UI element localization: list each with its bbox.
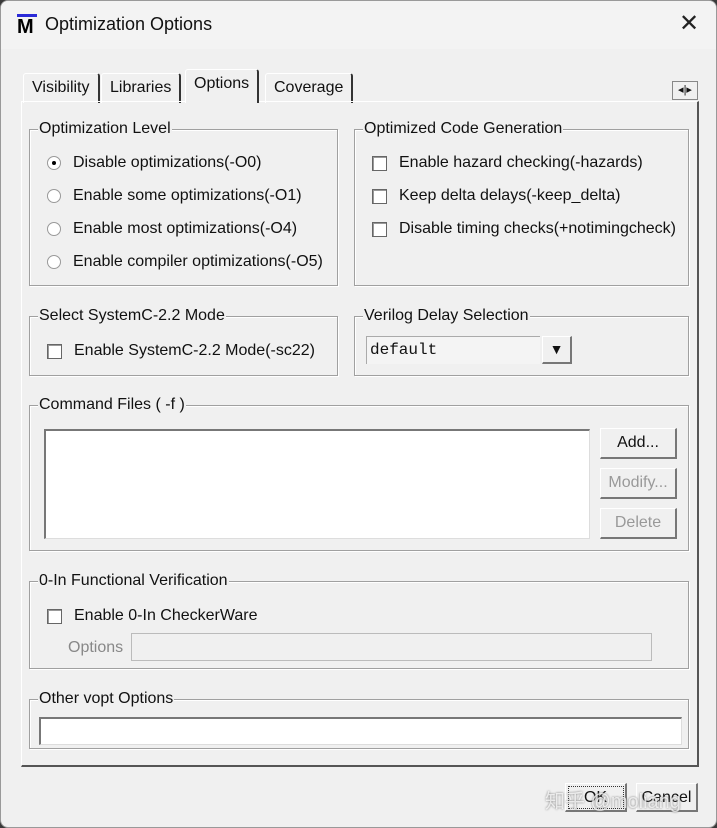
checkbox-notimingcheck[interactable]: Disable timing checks(+notimingcheck) (372, 220, 676, 238)
group-title: Optimization Level (38, 119, 172, 139)
verilog-delay-select[interactable]: default (366, 336, 540, 364)
optimization-options-dialog: M Optimization Options ✕ Visibility Libr… (0, 0, 717, 828)
add-button[interactable]: Add... (600, 428, 677, 459)
radio-o4[interactable]: Enable most optimizations(-O4) (47, 220, 297, 238)
title-bar: M Optimization Options ✕ (1, 1, 716, 49)
tab-scroll-buttons[interactable]: ◂|▸ (672, 81, 698, 100)
checkbox-label: Enable SystemC-2.2 Mode(-sc22) (74, 342, 315, 359)
optimization-level-group: Optimization Level Disable optimizations… (29, 119, 338, 286)
options-label: Options (68, 639, 124, 656)
group-title: Optimized Code Generation (363, 119, 564, 139)
other-vopt-input[interactable] (39, 717, 682, 745)
group-title: Select SystemC-2.2 Mode (38, 306, 226, 326)
checkbox-icon[interactable] (372, 221, 387, 237)
scroll-right-icon[interactable]: ▸ (686, 84, 692, 96)
radio-icon[interactable] (47, 255, 61, 269)
checkbox-label: Keep delta delays(-keep_delta) (399, 187, 621, 204)
radio-o5[interactable]: Enable compiler optimizations(-O5) (47, 253, 323, 271)
checkbox-label: Enable 0-In CheckerWare (74, 607, 258, 624)
checkbox-keep-delta[interactable]: Keep delta delays(-keep_delta) (372, 187, 620, 205)
tab-coverage[interactable]: Coverage (265, 73, 354, 103)
checkbox-icon[interactable] (372, 155, 387, 171)
scroll-left-icon[interactable]: ◂ (678, 84, 684, 96)
checkbox-icon[interactable] (372, 188, 387, 204)
checkbox-checkerware[interactable]: Enable 0-In CheckerWare (47, 607, 258, 625)
ok-button[interactable]: OK (565, 783, 627, 812)
tab-options[interactable]: Options (185, 69, 260, 103)
other-vopt-group: Other vopt Options (29, 689, 689, 749)
radio-label: Enable some optimizations(-O1) (73, 187, 302, 204)
checkbox-label: Enable hazard checking(-hazards) (399, 154, 643, 171)
window-title: Optimization Options (45, 14, 213, 34)
chevron-down-icon: ▼ (549, 341, 564, 357)
radio-o1[interactable]: Enable some optimizations(-O1) (47, 187, 302, 205)
modify-button[interactable]: Modify... (600, 468, 677, 499)
cancel-button[interactable]: Cancel (636, 783, 698, 812)
app-logo-icon: M (17, 14, 37, 37)
code-generation-group: Optimized Code Generation Enable hazard … (354, 119, 689, 286)
group-title: Verilog Delay Selection (363, 306, 530, 326)
checkbox-label: Disable timing checks(+notimingcheck) (399, 220, 676, 237)
radio-label: Enable compiler optimizations(-O5) (73, 253, 323, 270)
group-title: Command Files ( -f ) (38, 395, 186, 415)
verilog-delay-group: Verilog Delay Selection default ▼ (354, 306, 689, 376)
checkbox-sc22[interactable]: Enable SystemC-2.2 Mode(-sc22) (47, 342, 315, 360)
zero-in-options-input[interactable] (131, 633, 652, 661)
close-button[interactable]: ✕ (676, 11, 702, 37)
systemc-group: Select SystemC-2.2 Mode Enable SystemC-2… (29, 306, 338, 376)
radio-icon[interactable] (47, 189, 61, 203)
tab-libraries[interactable]: Libraries (101, 73, 182, 103)
group-title: 0-In Functional Verification (38, 571, 229, 591)
dropdown-button[interactable]: ▼ (542, 336, 572, 364)
command-files-group: Command Files ( -f ) Add... Modify... De… (29, 395, 689, 551)
zero-in-group: 0-In Functional Verification Enable 0-In… (29, 571, 689, 669)
command-files-list[interactable] (44, 429, 590, 539)
tab-visibility[interactable]: Visibility (23, 73, 100, 103)
radio-label: Enable most optimizations(-O4) (73, 220, 298, 237)
radio-o0[interactable]: Disable optimizations(-O0) (47, 154, 262, 172)
checkbox-icon[interactable] (47, 343, 62, 359)
radio-icon[interactable] (47, 222, 61, 236)
checkbox-icon[interactable] (47, 608, 62, 624)
delete-button[interactable]: Delete (600, 508, 677, 539)
radio-label: Disable optimizations(-O0) (73, 154, 262, 171)
checkbox-hazards[interactable]: Enable hazard checking(-hazards) (372, 154, 643, 172)
radio-selected-icon[interactable] (47, 156, 61, 170)
group-title: Other vopt Options (38, 689, 175, 709)
